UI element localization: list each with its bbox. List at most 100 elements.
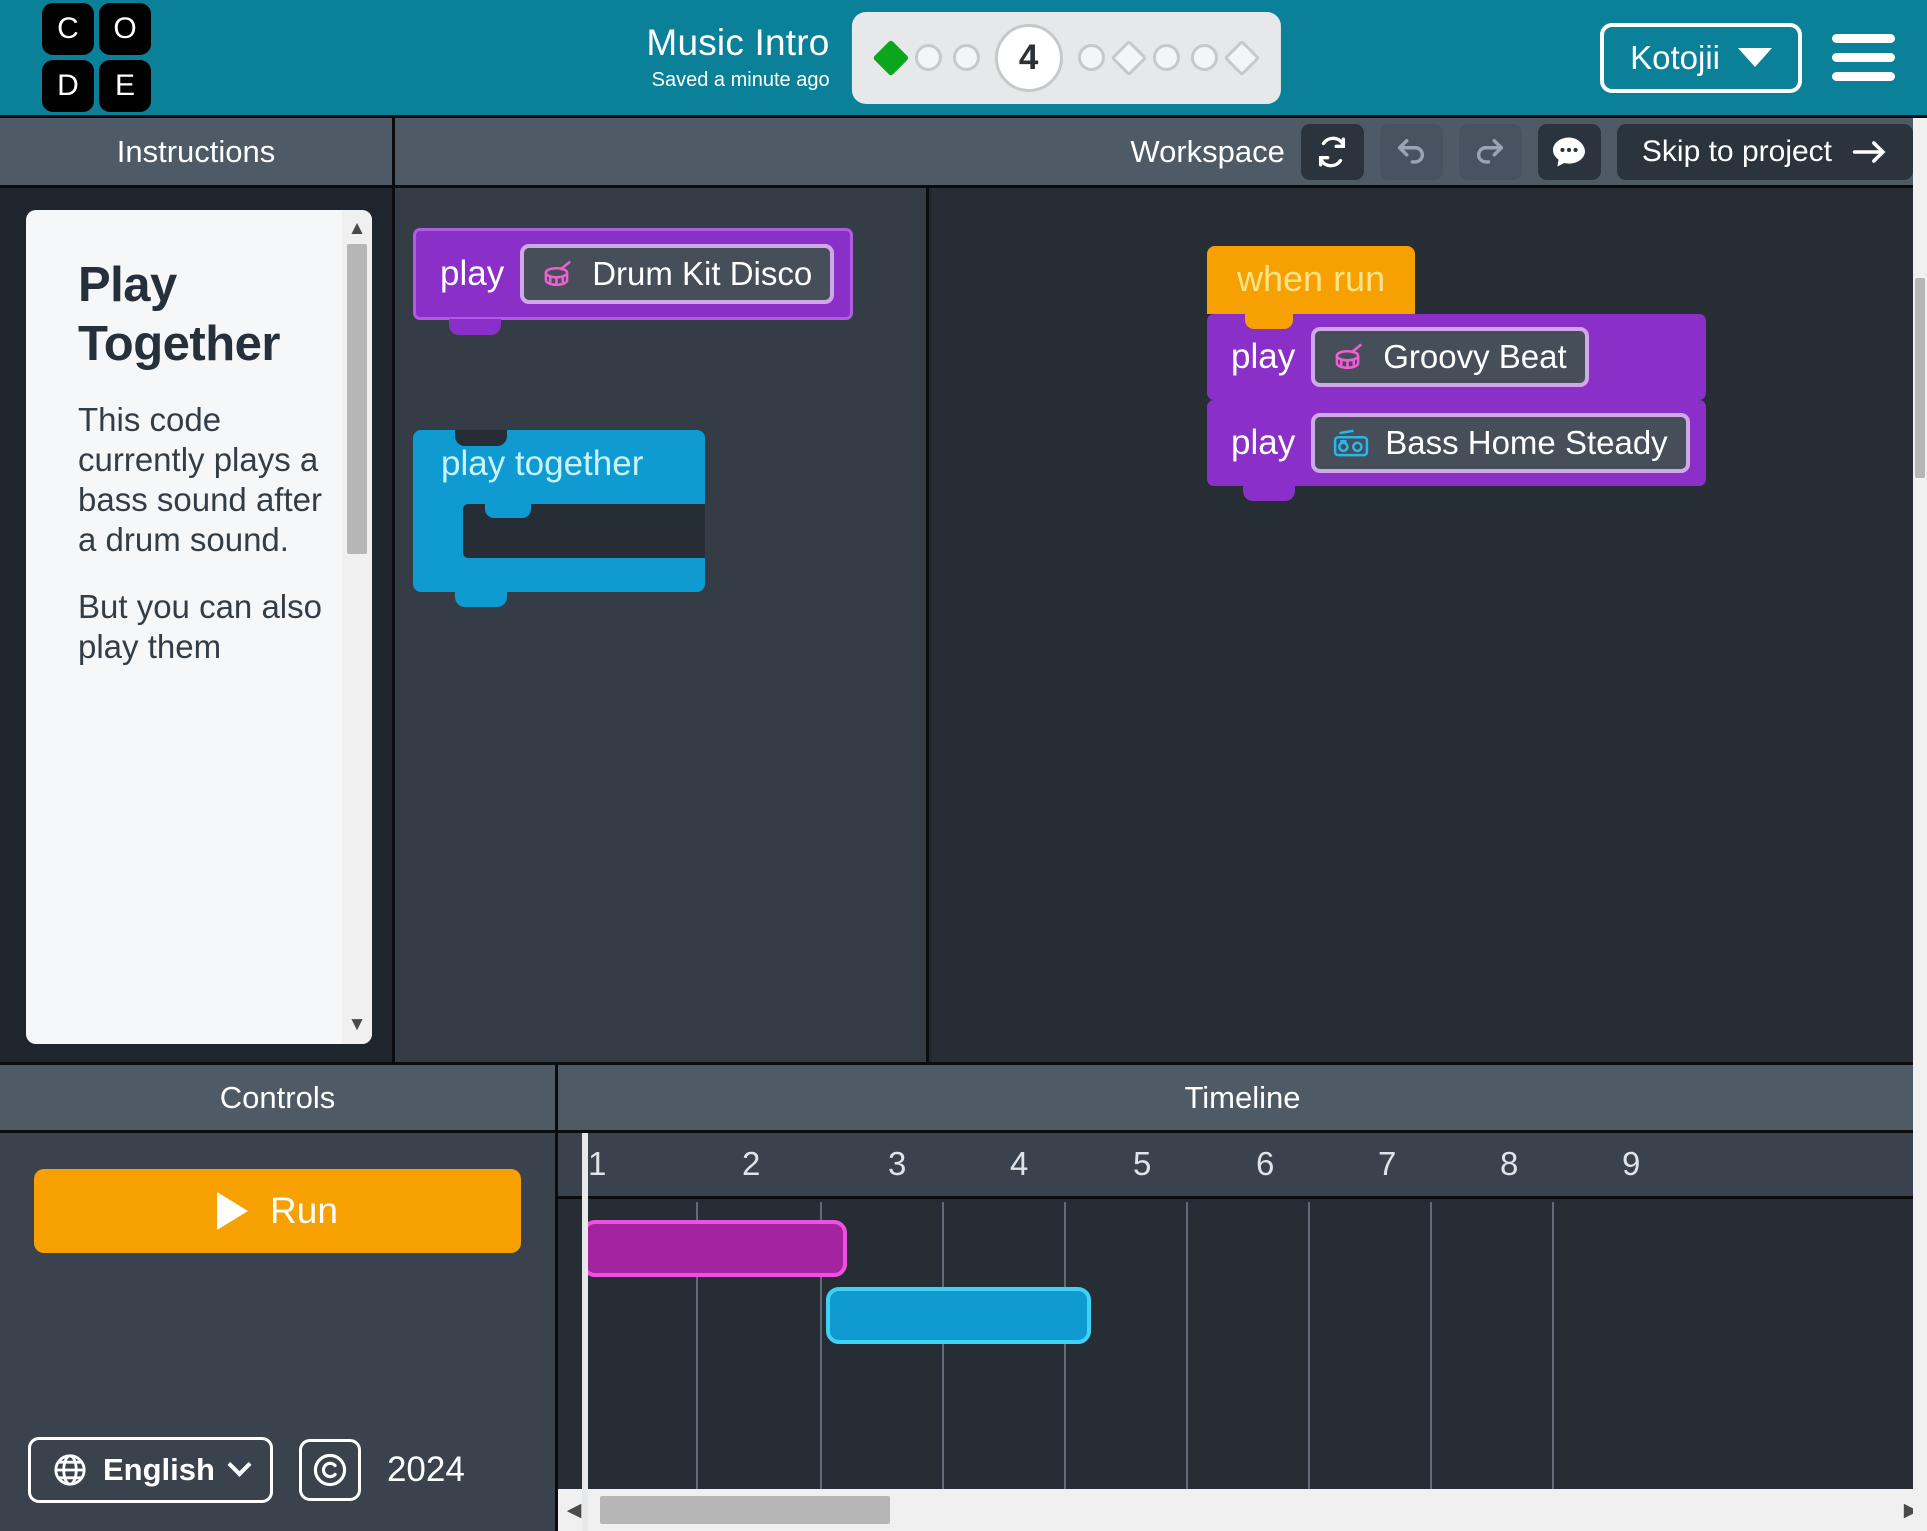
progress-step-1[interactable]	[872, 39, 909, 76]
redo-icon[interactable]	[1458, 123, 1522, 180]
arrow-right-icon	[1852, 140, 1886, 163]
block-bump	[455, 591, 507, 607]
skip-to-project-button[interactable]: Skip to project	[1616, 123, 1913, 180]
skip-to-project-label: Skip to project	[1641, 134, 1832, 168]
toolbox-block-play-together[interactable]: play together	[413, 430, 705, 607]
toolbox-block-play-drum[interactable]: play Drum Kit Disco	[413, 228, 854, 335]
sound-dropdown-field[interactable]: Groovy Beat	[1311, 327, 1589, 387]
timeline-horizontal-scrollbar[interactable]: ◀ ▶	[558, 1489, 1927, 1531]
sound-name-label: Drum Kit Disco	[592, 255, 813, 292]
codeorg-logo[interactable]: C O D E	[42, 3, 151, 112]
scrollbar-track[interactable]	[590, 1489, 1895, 1531]
refresh-icon[interactable]	[1300, 123, 1364, 180]
drum-icon	[1335, 343, 1363, 370]
chat-icon[interactable]	[1537, 123, 1601, 180]
progress-step-current[interactable]: 4	[994, 23, 1063, 92]
logo-letter-d: D	[42, 60, 94, 112]
language-label: English	[103, 1452, 215, 1487]
measure-tick-3: 3	[888, 1145, 907, 1182]
music-lab-app: C O D E Music Intro Saved a minute ago 4	[0, 0, 1927, 1531]
chevron-down-icon	[227, 1452, 252, 1477]
progress-step-2[interactable]	[914, 44, 942, 71]
sound-dropdown-field[interactable]: Drum Kit Disco	[520, 244, 835, 304]
instructions-scrollbar[interactable]: ▲ ▼	[342, 210, 372, 1044]
measure-tick-6: 6	[1256, 1145, 1275, 1182]
timeline-label: Timeline	[1184, 1079, 1301, 1115]
header-center-group: Music Intro Saved a minute ago 4	[646, 11, 1281, 104]
timeline-panel[interactable]: 1 2 3 4 5 6 7 8 9 ◀ ▶	[558, 1133, 1927, 1531]
workspace-label: Workspace	[1130, 133, 1285, 169]
instructions-panel-header: Instructions	[0, 118, 395, 185]
progress-step-5[interactable]	[1077, 44, 1105, 71]
instructions-paragraph-1: This code currently plays a bass sound a…	[78, 400, 322, 559]
scrollbar-thumb[interactable]	[347, 244, 367, 554]
grid-line	[1064, 1202, 1066, 1489]
controls-label: Controls	[219, 1079, 336, 1115]
chevron-down-icon	[1738, 48, 1772, 67]
logo-letter-c: C	[42, 3, 94, 55]
user-name-label: Kotojii	[1630, 38, 1720, 76]
copyright-button[interactable]	[298, 1439, 361, 1501]
progress-step-8[interactable]	[1190, 44, 1218, 71]
instructions-heading: Play Together	[78, 258, 280, 371]
code-stack-when-run[interactable]: when run play Groovy Beat play Bass Home…	[1207, 246, 1706, 501]
sound-dropdown-field[interactable]: Bass Home Steady	[1311, 413, 1690, 473]
instructions-card: Play Together This code currently plays …	[26, 210, 372, 1044]
measure-tick-1: 1	[588, 1145, 607, 1182]
globe-icon	[54, 1454, 86, 1486]
language-selector[interactable]: English	[28, 1437, 273, 1503]
measure-tick-5: 5	[1133, 1145, 1152, 1182]
app-header: C O D E Music Intro Saved a minute ago 4	[0, 0, 1927, 118]
page-title: Music Intro	[646, 22, 830, 64]
when-run-hat-block[interactable]: when run	[1207, 246, 1416, 329]
sound-name-label: Bass Home Steady	[1385, 424, 1668, 461]
blockly-workspace[interactable]: play Drum Kit Disco play together when r…	[395, 188, 1927, 1062]
instructions-panel: Play Together This code currently plays …	[0, 188, 395, 1062]
block-notch	[455, 430, 507, 446]
workspace-canvas[interactable]: when run play Groovy Beat play Bass Home…	[932, 188, 1927, 1062]
hamburger-icon[interactable]	[1832, 34, 1895, 81]
timeline-clip-bass[interactable]	[826, 1287, 1091, 1344]
workspace-toolbar: Workspace Skip to project	[1130, 123, 1913, 180]
page-scrollbar[interactable]	[1913, 118, 1927, 1531]
copyright-icon	[313, 1453, 347, 1487]
scroll-up-icon[interactable]: ▲	[342, 214, 372, 244]
sound-name-label: Groovy Beat	[1383, 338, 1567, 375]
user-menu-button[interactable]: Kotojii	[1600, 22, 1802, 93]
grid-line	[1186, 1202, 1188, 1489]
progress-step-6[interactable]	[1110, 39, 1147, 76]
block-mouth-notch	[485, 504, 531, 518]
drum-icon	[544, 260, 572, 287]
measure-tick-9: 9	[1622, 1145, 1641, 1182]
level-progress-bar[interactable]: 4	[851, 11, 1281, 104]
scrollbar-thumb[interactable]	[600, 1496, 890, 1524]
progress-step-9[interactable]	[1223, 39, 1260, 76]
run-button[interactable]: Run	[34, 1169, 521, 1253]
run-button-label: Run	[270, 1190, 338, 1231]
play-block-body[interactable]: play Drum Kit Disco	[413, 228, 854, 320]
block-bump	[1243, 485, 1295, 501]
workspace-panel-header: Workspace Skip to project	[395, 118, 1927, 185]
main-area: Play Together This code currently plays …	[0, 188, 1927, 1065]
play-block-label: play	[1231, 423, 1296, 462]
timeline-ruler[interactable]: 1 2 3 4 5 6 7 8 9	[558, 1133, 1927, 1199]
measure-tick-7: 7	[1378, 1145, 1397, 1182]
grid-line	[1308, 1202, 1310, 1489]
measure-tick-4: 4	[1010, 1145, 1029, 1182]
copyright-year: 2024	[386, 1450, 465, 1489]
instructions-label: Instructions	[116, 133, 276, 169]
scroll-down-icon[interactable]: ▼	[342, 1010, 372, 1040]
code-block-play-bass[interactable]: play Bass Home Steady	[1207, 400, 1706, 486]
undo-icon[interactable]	[1379, 123, 1443, 180]
block-toolbox-flyout[interactable]: play Drum Kit Disco play together	[395, 188, 929, 1062]
block-bump	[449, 319, 501, 335]
play-together-block-body[interactable]: play together	[413, 430, 705, 607]
footer-row: English 2024	[28, 1437, 465, 1503]
timeline-tracks[interactable]	[558, 1202, 1927, 1489]
block-mouth	[463, 504, 705, 558]
timeline-clip-drum[interactable]	[582, 1220, 847, 1277]
progress-step-3[interactable]	[952, 44, 980, 71]
scrollbar-thumb[interactable]	[1915, 278, 1925, 478]
timeline-playhead[interactable]	[582, 1133, 588, 1531]
progress-step-7[interactable]	[1152, 44, 1180, 71]
